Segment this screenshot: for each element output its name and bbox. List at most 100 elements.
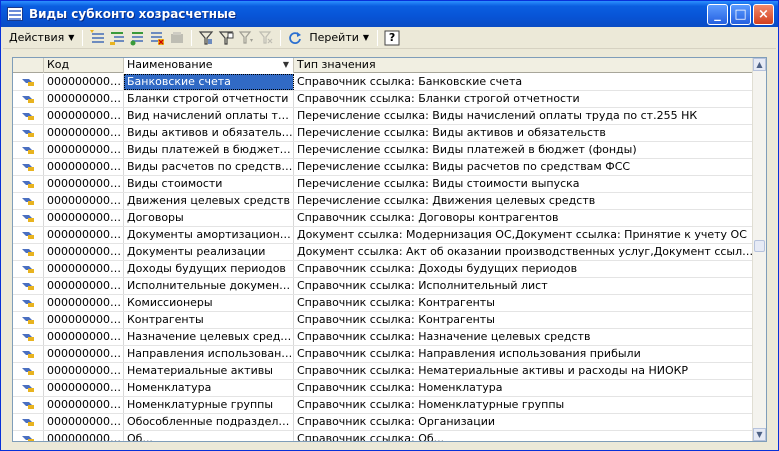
table-row[interactable]: 00000000036 Обособленные подразделения Спр… [13, 414, 754, 431]
add-group-button[interactable] [107, 28, 127, 48]
row-name-cell[interactable]: Виды платежей в бюджет (фон... [124, 142, 294, 158]
table-row[interactable]: 00000000001 Номенклатура Справочник ссылка… [13, 380, 754, 397]
row-name-cell[interactable]: Движения целевых средств [124, 193, 294, 209]
copy-item-button[interactable] [127, 28, 147, 48]
row-code-cell[interactable]: 00000000029 [44, 329, 124, 345]
row-name-cell[interactable]: Номенклатура [124, 380, 294, 396]
row-type-value-cell[interactable]: Перечисление ссылка: Виды расчетов по ср… [294, 159, 754, 175]
column-header-name[interactable]: Наименование ▼ [124, 58, 294, 73]
row-type-cell[interactable] [13, 261, 44, 277]
clear-filter-button[interactable] [256, 28, 276, 48]
actions-menu[interactable]: Действия ▼ [5, 28, 78, 48]
row-type-cell[interactable] [13, 227, 44, 243]
row-name-cell[interactable]: Обособленные подразделения [124, 414, 294, 430]
row-name-cell[interactable]: Комиссионеры [124, 295, 294, 311]
column-header-icon[interactable] [13, 58, 44, 73]
row-type-cell[interactable] [13, 125, 44, 141]
table-row[interactable]: 00000000008 Банковские счета Справочник сс… [13, 74, 754, 91]
row-code-cell[interactable]: 00000000030 [44, 193, 124, 209]
row-name-cell[interactable]: Нематериальные активы [124, 363, 294, 379]
table-row[interactable]: 00000000030 Движения целевых средств Переч… [13, 193, 754, 210]
row-type-value-cell[interactable]: Справочник ссылка: Контрагенты [294, 295, 754, 311]
row-code-cell[interactable]: 00000000035 [44, 278, 124, 294]
table-row[interactable]: 00000000053Документы амортизационной ...… [13, 227, 754, 244]
edit-item-button[interactable] [147, 28, 167, 48]
vertical-scrollbar[interactable]: ▲ ▼ [752, 58, 766, 441]
row-type-value-cell[interactable]: Перечисление ссылка: Движения целевых ср… [294, 193, 754, 209]
table-row[interactable]: 00000000043 Виды стоимости Перечисление сс… [13, 176, 754, 193]
table-row[interactable]: 00000000041 Документы реализации Документ … [13, 244, 754, 261]
row-code-cell[interactable]: 00000000031 [44, 108, 124, 124]
row-type-value-cell[interactable]: Справочник ссылка: Номенклатура [294, 380, 754, 396]
column-header-code[interactable]: Код [44, 58, 124, 73]
row-code-cell[interactable]: 00000000041 [44, 244, 124, 260]
row-type-value-cell[interactable]: Справочник ссылка: Назначение целевых ср… [294, 329, 754, 345]
row-type-cell[interactable] [13, 142, 44, 158]
row-type-cell[interactable] [13, 346, 44, 362]
row-code-cell[interactable]: 00000000018 [44, 261, 124, 277]
row-type-cell[interactable] [13, 176, 44, 192]
row-code-cell[interactable]: 00000000001 [44, 380, 124, 396]
row-type-value-cell[interactable]: Справочник ссылка: Организации [294, 414, 754, 430]
table-row[interactable]: 00000000018 Доходы будущих периодов Справо… [13, 261, 754, 278]
data-grid[interactable]: Код Наименование ▼ Тип значения 00000000… [12, 57, 767, 442]
row-type-cell[interactable] [13, 108, 44, 124]
row-type-cell[interactable] [13, 278, 44, 294]
row-type-value-cell[interactable]: Справочник ссылка: Бланки строгой отчетн… [294, 91, 754, 107]
row-type-value-cell[interactable]: Документ ссылка: Модернизация ОС,Докумен… [294, 227, 754, 243]
table-row[interactable]: 00000000016 Договоры Справочник ссылка: До… [13, 210, 754, 227]
row-code-cell[interactable]: 00000000038 [44, 159, 124, 175]
row-type-cell[interactable] [13, 312, 44, 328]
row-type-value-cell[interactable]: Справочник ссылка: Об... [294, 431, 754, 441]
row-code-cell[interactable]: 00000000024 [44, 346, 124, 362]
row-name-cell[interactable]: Документы реализации [124, 244, 294, 260]
row-name-cell[interactable]: Об... [124, 431, 294, 441]
row-name-cell[interactable]: Бланки строгой отчетности [124, 91, 294, 107]
row-type-cell[interactable] [13, 244, 44, 260]
row-code-cell[interactable]: 00000000037 [44, 295, 124, 311]
row-type-cell[interactable] [13, 159, 44, 175]
row-name-cell[interactable]: Виды стоимости [124, 176, 294, 192]
table-row[interactable]: 00000000022Виды платежей в бюджет (фон..… [13, 142, 754, 159]
row-type-cell[interactable] [13, 210, 44, 226]
table-row[interactable]: 00000000024 Направления использования ...… [13, 346, 754, 363]
table-row[interactable]: 00000000038 Виды расчетов по средствам ..… [13, 159, 754, 176]
row-code-cell[interactable]: 00000000053 [44, 227, 124, 243]
row-name-cell[interactable]: Назначение целевых средств [124, 329, 294, 345]
row-name-cell[interactable]: Документы амортизационной ... [124, 227, 294, 243]
minimize-button[interactable]: _ [707, 4, 728, 25]
row-type-cell[interactable] [13, 380, 44, 396]
row-code-cell[interactable]: 00000000036 [44, 414, 124, 430]
filter-history-button[interactable] [236, 28, 256, 48]
column-header-type[interactable]: Тип значения [294, 58, 754, 73]
row-code-cell[interactable]: 00000000008 [44, 74, 124, 90]
table-row[interactable]: 00000000006 Нематериальные активы Справочн… [13, 363, 754, 380]
row-type-value-cell[interactable]: Перечисление ссылка: Виды платежей в бюд… [294, 142, 754, 158]
row-type-cell[interactable] [13, 193, 44, 209]
row-code-cell[interactable]: 00000000043 [44, 176, 124, 192]
goto-menu[interactable]: Перейти ▼ [305, 28, 373, 48]
row-code-cell[interactable]: 00000000012 [44, 397, 124, 413]
row-name-cell[interactable]: Контрагенты [124, 312, 294, 328]
title-bar[interactable]: Виды субконто хозрасчетные _ □ × [1, 1, 778, 27]
row-type-value-cell[interactable]: Перечисление ссылка: Виды активов и обяз… [294, 125, 754, 141]
row-type-cell[interactable] [13, 414, 44, 430]
row-type-value-cell[interactable]: Перечисление ссылка: Виды начислений опл… [294, 108, 754, 124]
row-type-value-cell[interactable]: Справочник ссылка: Исполнительный лист [294, 278, 754, 294]
row-type-cell[interactable] [13, 295, 44, 311]
row-type-cell[interactable] [13, 91, 44, 107]
row-code-cell[interactable]: 00000000016 [44, 210, 124, 226]
table-row[interactable]: 00000000035 Исполнительные документы Справ… [13, 278, 754, 295]
row-type-value-cell[interactable]: Справочник ссылка: Контрагенты [294, 312, 754, 328]
row-code-cell[interactable]: 00000000011 [44, 431, 124, 441]
row-type-value-cell[interactable]: Справочник ссылка: Договоры контрагентов [294, 210, 754, 226]
row-type-value-cell[interactable]: Справочник ссылка: Банковские счета [294, 74, 754, 90]
table-row[interactable]: 00000000031 Вид начислений оплаты труда Пе… [13, 108, 754, 125]
row-name-cell[interactable]: Номенклатурные группы [124, 397, 294, 413]
row-code-cell[interactable]: 00000000042 [44, 91, 124, 107]
row-name-cell[interactable]: Договоры [124, 210, 294, 226]
help-button[interactable]: ? [382, 28, 402, 48]
table-row[interactable]: 00000000042 Бланки строгой отчетности Спра… [13, 91, 754, 108]
row-type-cell[interactable] [13, 363, 44, 379]
row-name-cell[interactable]: Виды расчетов по средствам ... [124, 159, 294, 175]
